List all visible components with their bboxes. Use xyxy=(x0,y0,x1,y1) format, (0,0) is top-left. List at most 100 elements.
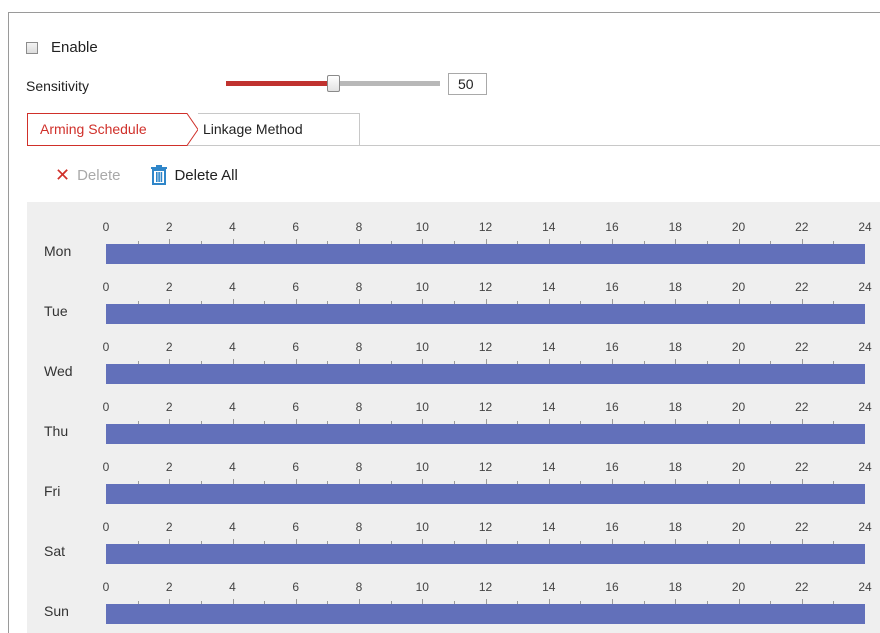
hour-tick-label: 10 xyxy=(415,460,429,474)
hour-tick-label: 4 xyxy=(229,520,236,534)
day-row-mon[interactable]: Mon 0 2 4 6 8 10 12 14 16 18 20 22 24 xyxy=(27,202,880,264)
hour-tick-label: 10 xyxy=(415,220,429,234)
day-row-sat[interactable]: Sat 0 2 4 6 8 10 12 14 16 18 20 22 24 xyxy=(27,502,880,564)
hour-tick-label: 18 xyxy=(668,340,682,354)
hour-tick-label: 8 xyxy=(355,400,363,414)
schedule-segment[interactable] xyxy=(106,304,865,324)
sensitivity-slider[interactable] xyxy=(226,74,440,94)
day-row-fri[interactable]: Fri 0 2 4 6 8 10 12 14 16 18 20 22 24 xyxy=(27,442,880,504)
hour-tick-label: 18 xyxy=(668,280,682,294)
hour-tick-label: 14 xyxy=(542,520,556,534)
day-row-wed[interactable]: Wed 0 2 4 6 8 10 12 14 16 18 20 22 24 xyxy=(27,322,880,384)
hour-tick-label: 4 xyxy=(229,460,236,474)
hour-tick-label: 8 xyxy=(355,520,363,534)
hour-tick-label: 24 xyxy=(858,400,872,414)
day-row-sun[interactable]: Sun 0 2 4 6 8 10 12 14 16 18 20 22 24 xyxy=(27,562,880,624)
day-label: Wed xyxy=(44,363,73,379)
day-label: Sat xyxy=(44,543,66,559)
day-label: Fri xyxy=(44,483,61,499)
day-label: Mon xyxy=(44,243,72,259)
delete-all-button[interactable]: Delete All xyxy=(150,165,238,185)
tab-linkage-method[interactable]: Linkage Method xyxy=(198,113,360,146)
slider-handle[interactable] xyxy=(327,75,340,92)
hour-tick-label: 2 xyxy=(165,520,173,534)
hour-tick-label: 16 xyxy=(605,340,619,354)
hour-tick-label: 12 xyxy=(478,340,493,354)
hour-tick-label: 12 xyxy=(478,460,493,474)
hour-tick-label: 16 xyxy=(605,580,619,594)
hour-tick-label: 16 xyxy=(605,220,619,234)
hour-tick-label: 8 xyxy=(355,460,363,474)
schedule-segment[interactable] xyxy=(106,424,865,444)
hour-tick-label: 6 xyxy=(292,460,300,474)
hour-tick-label: 6 xyxy=(292,220,300,234)
hour-tick-label: 22 xyxy=(795,220,809,234)
hour-tick-label: 6 xyxy=(292,520,300,534)
hour-tick-label: 20 xyxy=(731,460,746,474)
enable-checkbox[interactable] xyxy=(26,41,38,54)
hour-tick-label: 8 xyxy=(355,580,363,594)
close-icon: ✕ xyxy=(55,165,71,185)
hour-tick-label: 18 xyxy=(668,400,682,414)
day-row-thu[interactable]: Thu 0 2 4 6 8 10 12 14 16 18 20 22 24 xyxy=(27,382,880,444)
enable-row[interactable]: Enable xyxy=(26,38,98,56)
tab-arrow-separator xyxy=(175,113,199,146)
hour-tick-label: 0 xyxy=(102,580,110,594)
hour-tick-label: 20 xyxy=(731,340,746,354)
hour-tick-label: 12 xyxy=(478,580,493,594)
hour-tick-label: 2 xyxy=(165,460,173,474)
hour-tick-label: 4 xyxy=(229,400,236,414)
hour-tick-label: 0 xyxy=(102,220,110,234)
hour-tick-label: 14 xyxy=(542,340,556,354)
hour-tick-label: 14 xyxy=(542,220,556,234)
hour-tick-label: 20 xyxy=(731,280,746,294)
hour-tick-label: 14 xyxy=(542,460,556,474)
schedule-segment[interactable] xyxy=(106,364,865,384)
hour-tick-label: 12 xyxy=(478,400,493,414)
hour-tick-label: 22 xyxy=(795,460,809,474)
hour-tick-label: 14 xyxy=(542,280,556,294)
hour-tick-label: 14 xyxy=(542,400,556,414)
schedule-segment[interactable] xyxy=(106,544,865,564)
hour-tick-label: 6 xyxy=(292,400,300,414)
hour-tick-label: 4 xyxy=(229,220,236,234)
hour-tick-label: 20 xyxy=(731,400,746,414)
hour-tick-label: 16 xyxy=(605,460,619,474)
hour-tick-label: 8 xyxy=(355,280,363,294)
hour-tick-label: 6 xyxy=(292,280,300,294)
hour-tick-label: 24 xyxy=(858,220,872,234)
enable-label: Enable xyxy=(51,38,98,56)
hour-tick-label: 0 xyxy=(102,280,110,294)
hour-tick-label: 18 xyxy=(668,520,682,534)
schedule-segment[interactable] xyxy=(106,244,865,264)
hour-tick-label: 22 xyxy=(795,400,809,414)
hour-tick-label: 10 xyxy=(415,340,429,354)
sensitivity-label: Sensitivity xyxy=(26,78,90,94)
schedule-segment[interactable] xyxy=(106,604,865,624)
day-label: Tue xyxy=(44,303,68,319)
tab-bar: Arming Schedule Linkage Method xyxy=(27,113,880,146)
hour-tick-label: 24 xyxy=(858,340,872,354)
delete-button[interactable]: ✕ Delete xyxy=(55,166,120,184)
day-label: Thu xyxy=(44,423,69,439)
hour-tick-label: 10 xyxy=(415,280,429,294)
hour-tick-label: 10 xyxy=(415,520,429,534)
hour-tick-label: 6 xyxy=(292,580,300,594)
hour-tick-label: 4 xyxy=(229,340,236,354)
hour-tick-label: 0 xyxy=(102,400,110,414)
hour-tick-label: 22 xyxy=(795,340,809,354)
hour-tick-label: 20 xyxy=(731,520,746,534)
slider-fill xyxy=(226,81,333,86)
hour-tick-label: 24 xyxy=(858,460,872,474)
hour-tick-label: 10 xyxy=(415,400,429,414)
hour-tick-label: 4 xyxy=(229,280,236,294)
schedule-segment[interactable] xyxy=(106,484,865,504)
tab-arming-schedule[interactable]: Arming Schedule xyxy=(27,113,187,146)
hour-tick-label: 4 xyxy=(229,580,236,594)
hour-tick-label: 2 xyxy=(165,340,173,354)
hour-tick-label: 12 xyxy=(478,220,493,234)
sensitivity-value-field[interactable]: 50 xyxy=(448,73,487,95)
hour-tick-label: 24 xyxy=(858,280,872,294)
day-row-tue[interactable]: Tue 0 2 4 6 8 10 12 14 16 18 20 22 24 xyxy=(27,262,880,324)
hour-tick-label: 2 xyxy=(165,280,173,294)
